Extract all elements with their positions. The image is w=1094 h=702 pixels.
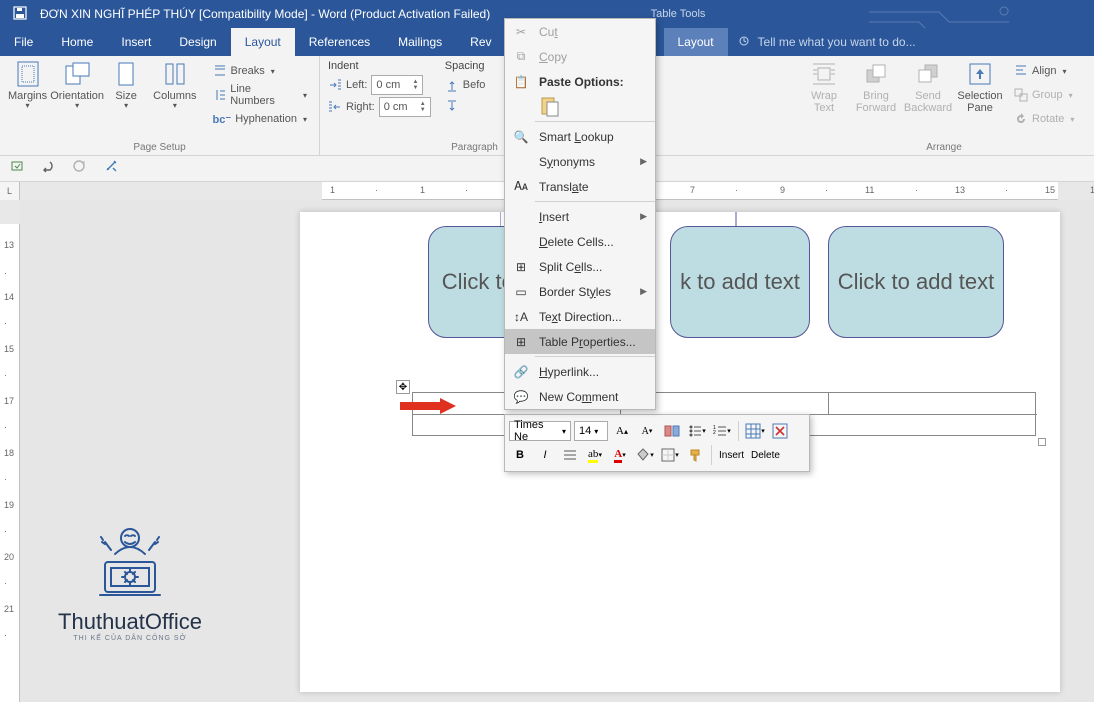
context-menu: ✂Cut ⧉Copy 📋Paste Options: 🔍Smart Lookup… <box>504 18 656 410</box>
tab-file[interactable]: File <box>0 28 47 56</box>
spacing-label: Spacing <box>445 60 486 72</box>
ctx-copy: ⧉Copy <box>505 44 655 69</box>
mini-bold[interactable]: B <box>509 444 531 466</box>
margins-button[interactable]: Margins▾ <box>8 60 47 111</box>
mini-toolbar: Times Ne▾ 14▾ A▴ A▾ ▾ 12▾ ▾ B I ab▾ A▾ ▾… <box>504 414 810 472</box>
mini-format-painter[interactable] <box>684 444 706 466</box>
watermark: ThuthuatOffice THI KẾ CỦA DÂN CÔNG SỞ <box>35 520 225 642</box>
indent-right-input[interactable]: 0 cm▲▼ <box>379 97 431 117</box>
qat-customize-icon[interactable] <box>104 159 118 178</box>
tab-design[interactable]: Design <box>165 28 230 56</box>
ctx-border-styles[interactable]: ▭Border Styles▶ <box>505 279 655 304</box>
ctx-synonyms[interactable]: Synonyms▶ <box>505 149 655 174</box>
ctx-table-properties[interactable]: ⊞Table Properties... <box>505 329 655 354</box>
group-page-setup: Margins▾ Orientation▾ Size▾ Columns▾ Bre… <box>0 56 320 155</box>
shape-3[interactable]: Click to add text <box>828 226 1004 338</box>
indent-label: Indent <box>328 60 431 72</box>
mini-insert-label[interactable]: Insert <box>717 450 746 461</box>
breaks-button[interactable]: Breaks▾ <box>209 60 311 82</box>
send-backward-button: Send Backward <box>906 60 950 114</box>
hyphenation-button[interactable]: bc⁻Hyphenation▾ <box>209 108 311 130</box>
mini-numbering[interactable]: 12▾ <box>711 420 733 442</box>
tab-references[interactable]: References <box>295 28 384 56</box>
ctx-cut: ✂Cut <box>505 19 655 44</box>
qat-touch-icon[interactable] <box>10 159 24 178</box>
ruler-corner[interactable]: L <box>0 182 20 200</box>
mini-align[interactable] <box>559 444 581 466</box>
tell-me-search[interactable]: Tell me what you want to do... <box>738 35 916 49</box>
line-numbers-button[interactable]: Line Numbers▾ <box>209 84 311 106</box>
mini-font-color[interactable]: A▾ <box>609 444 631 466</box>
spacing-after-icon <box>445 100 459 114</box>
red-arrow-annotation <box>400 398 456 416</box>
tab-table-layout[interactable]: Layout <box>664 28 728 56</box>
ctx-delete-cells[interactable]: Delete Cells... <box>505 229 655 254</box>
tab-review[interactable]: Rev <box>456 28 505 56</box>
ctx-split-cells[interactable]: ⊞Split Cells... <box>505 254 655 279</box>
watermark-text-2: THI KẾ CỦA DÂN CÔNG SỞ <box>35 635 225 642</box>
tab-insert[interactable]: Insert <box>107 28 165 56</box>
mini-italic[interactable]: I <box>534 444 556 466</box>
mini-bullets[interactable]: ▾ <box>686 420 708 442</box>
tab-home[interactable]: Home <box>47 28 107 56</box>
spacing-before-row: Befo <box>445 74 486 96</box>
ctx-smart-lookup[interactable]: 🔍Smart Lookup <box>505 124 655 149</box>
ctx-translate[interactable]: 🗛Translate <box>505 174 655 199</box>
mini-shrink-font[interactable]: A▾ <box>636 420 658 442</box>
watermark-logo-icon <box>75 520 185 600</box>
group-arrange: Wrap Text Bring Forward Send Backward Se… <box>794 56 1094 155</box>
save-icon[interactable] <box>0 6 40 23</box>
ctx-text-direction[interactable]: ↕AText Direction... <box>505 304 655 329</box>
group-label-page-setup: Page Setup <box>0 142 319 153</box>
ctx-new-comment[interactable]: 💬New Comment <box>505 384 655 409</box>
spacing-after-row <box>445 96 486 118</box>
spacing-before-icon <box>445 78 459 92</box>
ctx-paste-options: 📋Paste Options: <box>505 69 655 94</box>
mini-borders[interactable]: ▾ <box>659 444 681 466</box>
mini-delete-label[interactable]: Delete <box>749 450 782 461</box>
shape-2[interactable]: k to add text <box>670 226 810 338</box>
indent-left-icon <box>328 78 342 92</box>
mini-size-combo[interactable]: 14▾ <box>574 421 608 441</box>
watermark-text-1: ThuthuatOffice <box>35 609 225 635</box>
group-button: Group▾ <box>1010 84 1078 106</box>
svg-text:2: 2 <box>713 430 716 436</box>
indent-right-row: Right: 0 cm▲▼ <box>328 96 431 118</box>
align-button[interactable]: Align▾ <box>1010 60 1078 82</box>
tab-mailings[interactable]: Mailings <box>384 28 456 56</box>
mini-font-combo[interactable]: Times Ne▾ <box>509 421 571 441</box>
indent-right-icon <box>328 100 342 114</box>
tell-me-placeholder: Tell me what you want to do... <box>758 35 916 49</box>
vertical-ruler[interactable]: 13· 14· 15· 17· 18· 19· 20· 21· <box>0 200 20 702</box>
mini-grow-font[interactable]: A▴ <box>611 420 633 442</box>
ctx-hyperlink[interactable]: 🔗Hyperlink... <box>505 359 655 384</box>
indent-left-input[interactable]: 0 cm▲▼ <box>371 75 423 95</box>
mini-table-insert[interactable]: ▾ <box>744 420 766 442</box>
wrap-text-button: Wrap Text <box>802 60 846 114</box>
mini-highlight[interactable]: ab▾ <box>584 444 606 466</box>
ctx-paste-icon[interactable] <box>505 94 655 119</box>
table-resize-handle[interactable] <box>1038 438 1046 446</box>
selection-pane-button[interactable]: Selection Pane <box>958 60 1002 114</box>
ctx-insert[interactable]: Insert▶ <box>505 204 655 229</box>
group-label-arrange: Arrange <box>794 142 1094 153</box>
rotate-button: Rotate▾ <box>1010 108 1078 130</box>
mini-table-delete[interactable] <box>769 420 791 442</box>
mini-shading[interactable]: ▾ <box>634 444 656 466</box>
mini-styles[interactable] <box>661 420 683 442</box>
indent-left-row: Left: 0 cm▲▼ <box>328 74 431 96</box>
table-move-handle[interactable]: ✥ <box>396 380 410 394</box>
bring-forward-button: Bring Forward <box>854 60 898 114</box>
orientation-button[interactable]: Orientation▾ <box>55 60 99 111</box>
tab-layout[interactable]: Layout <box>231 28 295 56</box>
size-button[interactable]: Size▾ <box>107 60 145 111</box>
redo-button[interactable] <box>72 159 88 178</box>
columns-button[interactable]: Columns▾ <box>153 60 196 111</box>
undo-button[interactable] <box>40 159 56 178</box>
